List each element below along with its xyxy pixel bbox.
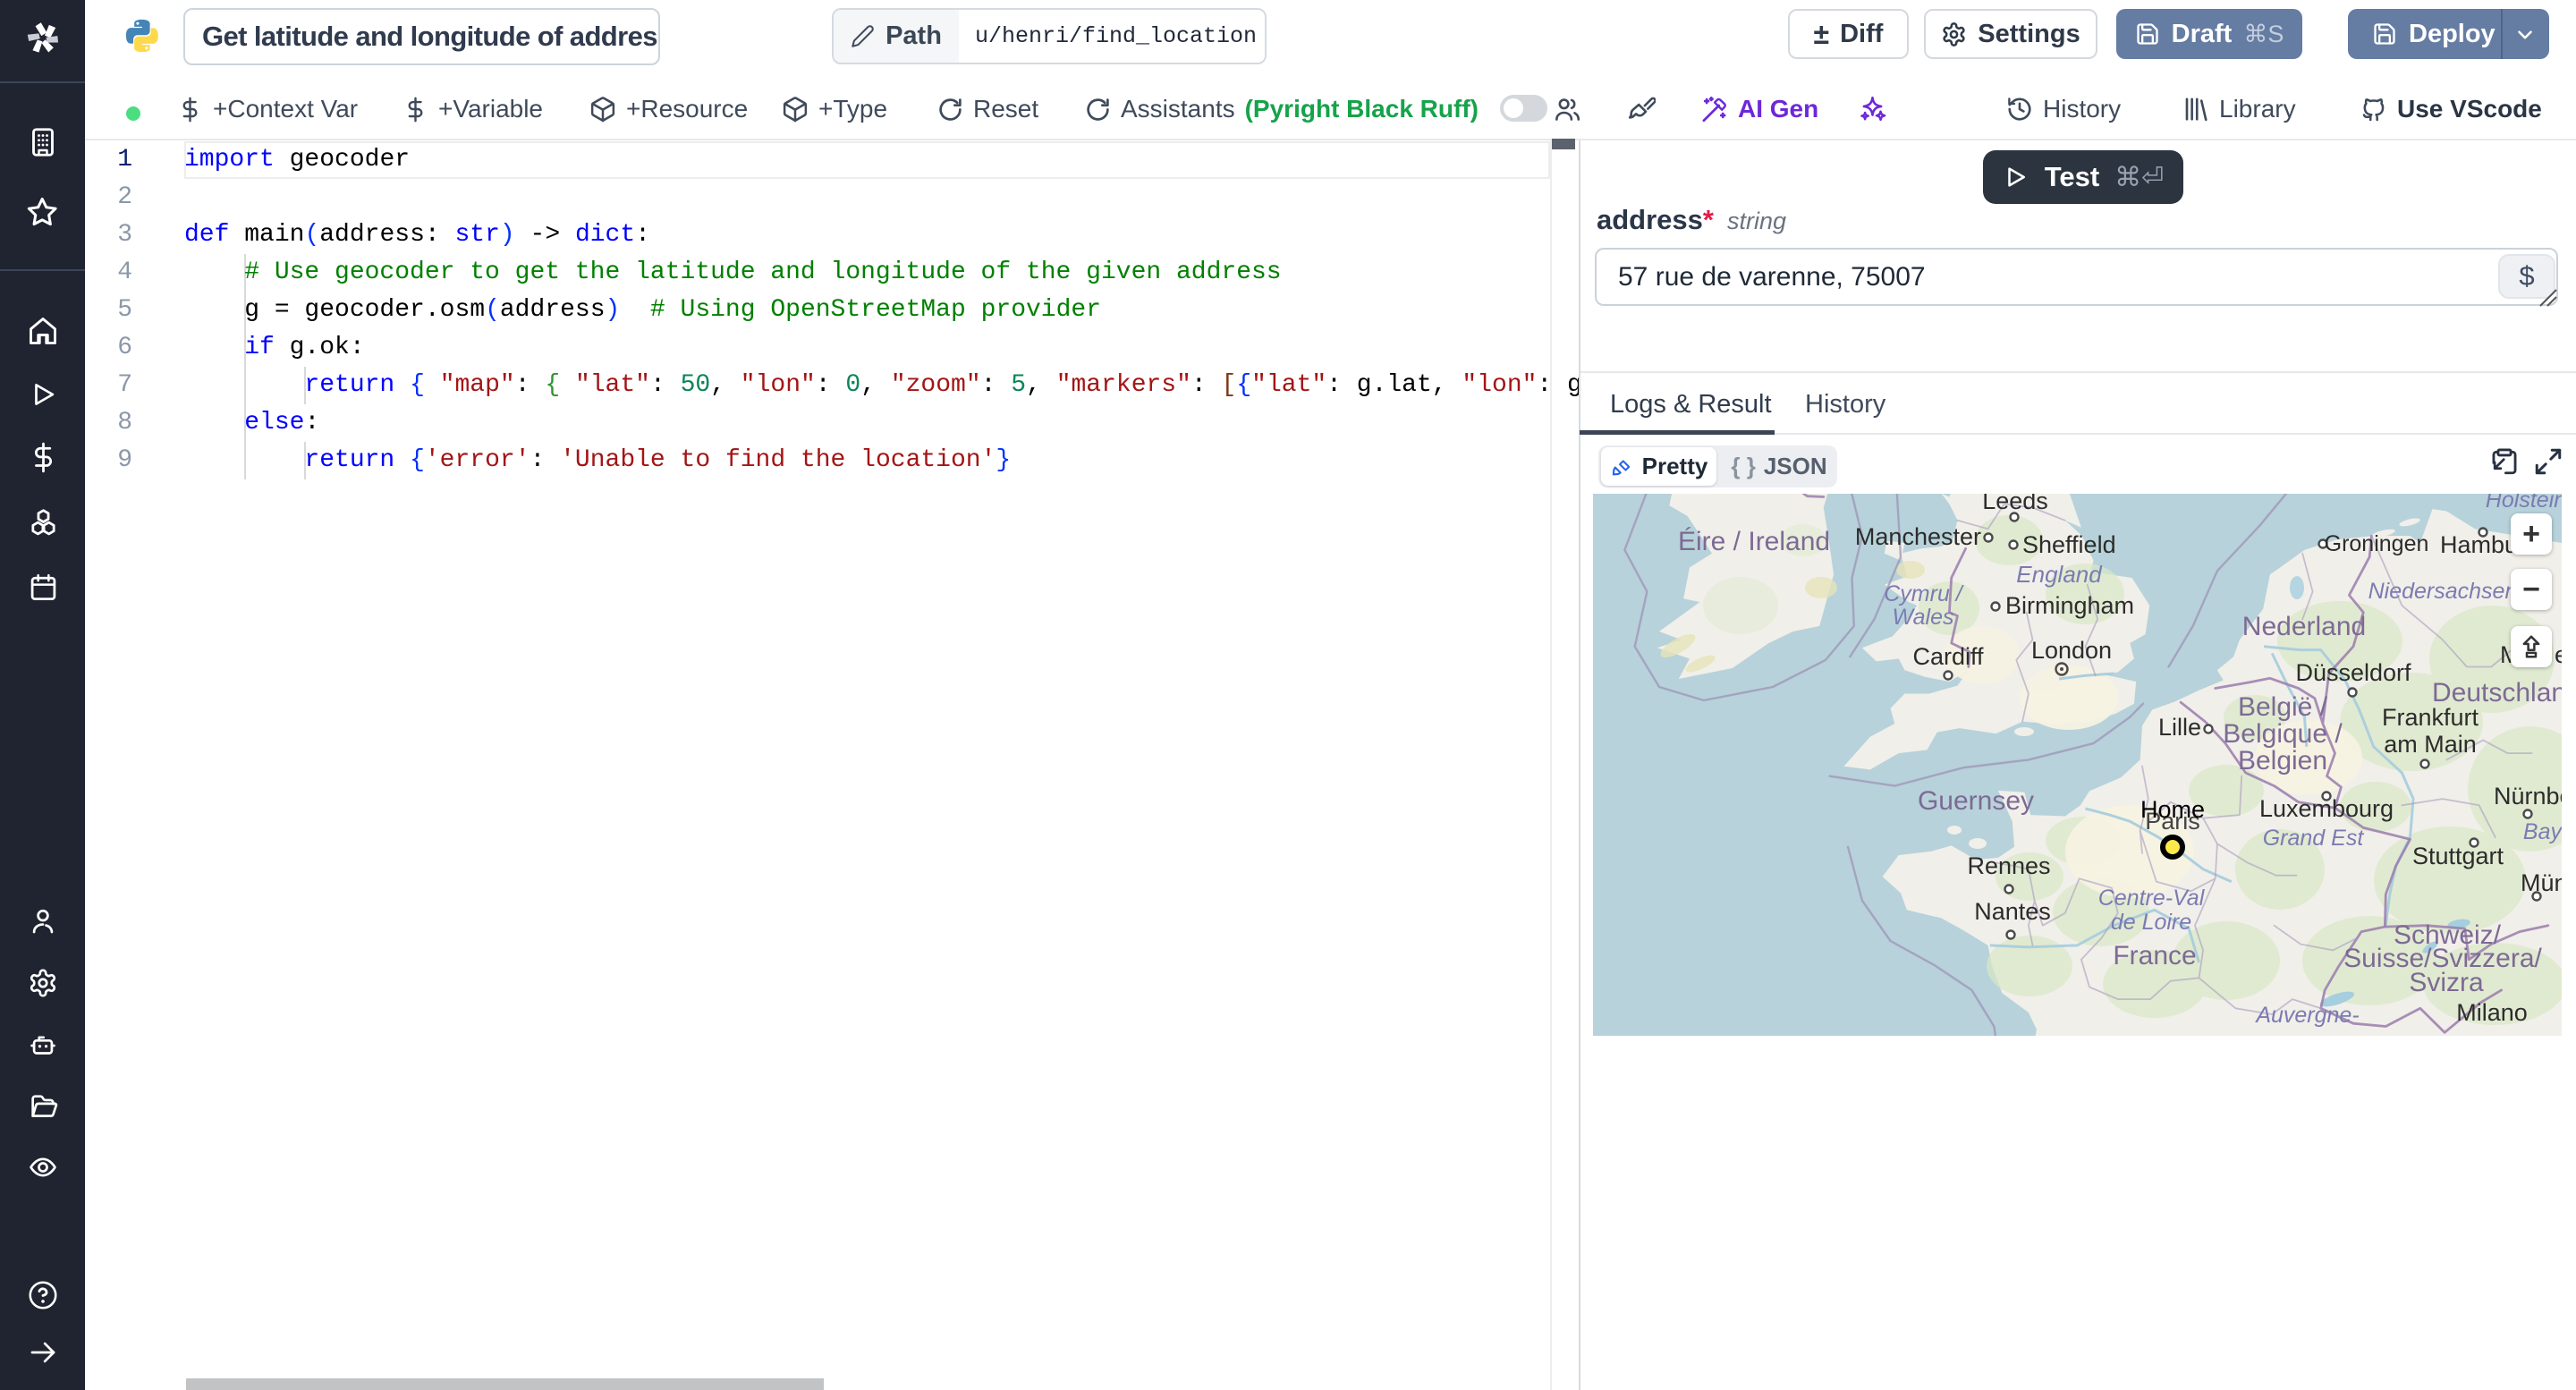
svg-text:Rennes: Rennes (1967, 852, 2050, 879)
svg-text:Belgien: Belgien (2238, 746, 2327, 776)
svg-text:Auvergne-: Auvergne- (2254, 1003, 2359, 1028)
svg-text:Belgique /: Belgique / (2223, 719, 2343, 749)
svg-text:London: London (2031, 637, 2112, 664)
svg-text:Luxembourg: Luxembourg (2259, 795, 2394, 822)
svg-text:Grand Est: Grand Est (2263, 826, 2365, 851)
svg-text:Centre-Val: Centre-Val (2098, 886, 2206, 911)
svg-text:Sheffield: Sheffield (2022, 531, 2116, 558)
svg-text:Birmingham: Birmingham (2005, 592, 2134, 619)
svg-text:France: France (2113, 941, 2196, 970)
svg-text:Nürnber: Nürnber (2494, 783, 2562, 809)
svg-text:Wales: Wales (1892, 605, 1953, 630)
svg-text:Holstein: Holstein (2486, 494, 2562, 513)
svg-text:England: England (2016, 561, 2103, 588)
svg-text:Hambu: Hambu (2440, 531, 2518, 558)
svg-text:Guernsey: Guernsey (1918, 786, 2034, 816)
svg-text:Bay: Bay (2523, 819, 2562, 844)
svg-text:Manchester: Manchester (1855, 523, 1981, 550)
svg-text:Milano: Milano (2456, 999, 2528, 1026)
svg-text:Müncl: Müncl (2521, 869, 2562, 896)
svg-text:de Loire: de Loire (2111, 910, 2191, 935)
svg-text:Nantes: Nantes (1974, 898, 2051, 925)
svg-text:Cymru /: Cymru / (1884, 581, 1965, 606)
svg-text:Frankfurt: Frankfurt (2382, 704, 2479, 731)
svg-text:Groningen: Groningen (2325, 531, 2429, 556)
svg-text:Düsseldorf: Düsseldorf (2295, 659, 2411, 686)
svg-text:Lille: Lille (2158, 714, 2201, 741)
svg-text:Nederland: Nederland (2242, 612, 2366, 641)
svg-text:Niedersachsen: Niedersachsen (2368, 579, 2518, 604)
svg-text:am Main: am Main (2384, 731, 2477, 758)
svg-text:Éire / Ireland: Éire / Ireland (1678, 527, 1830, 556)
svg-text:Cardiff: Cardiff (1912, 643, 1984, 670)
svg-text:Svizra: Svizra (2409, 968, 2484, 997)
svg-text:Leeds: Leeds (1982, 494, 2048, 514)
svg-text:België /: België / (2238, 692, 2328, 722)
svg-text:e: e (2555, 641, 2562, 668)
svg-text:Stuttgart: Stuttgart (2412, 843, 2504, 869)
svg-text:Home: Home (2140, 796, 2205, 823)
